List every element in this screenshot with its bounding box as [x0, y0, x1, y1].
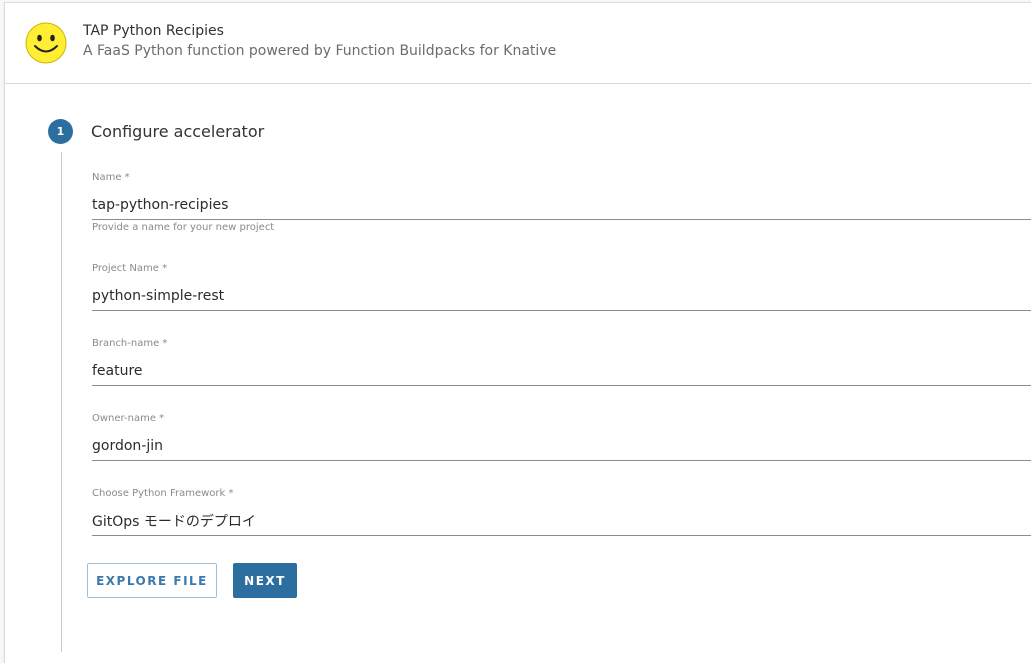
name-input[interactable] [92, 190, 1031, 220]
project-name-field: Project Name * [92, 262, 1031, 311]
project-name-input[interactable] [92, 281, 1031, 311]
accelerator-subtitle: A FaaS Python function powered by Functi… [83, 43, 557, 59]
owner-name-label: Owner-name * [92, 413, 165, 424]
name-field: Name * Provide a name for your new proje… [92, 171, 1031, 233]
owner-name-input[interactable] [92, 431, 1031, 461]
branch-name-field: Branch-name * [92, 337, 1031, 386]
step-number-badge: 1 [48, 119, 73, 144]
step-title: Configure accelerator [91, 122, 265, 141]
explore-file-button[interactable]: EXPLORE FILE [87, 563, 217, 598]
accelerator-title: TAP Python Recipies [83, 23, 224, 39]
name-label: Name * [92, 172, 130, 183]
python-framework-select[interactable] [92, 506, 1031, 536]
project-name-label: Project Name * [92, 263, 168, 274]
name-help-text: Provide a name for your new project [92, 222, 275, 233]
branch-name-label: Branch-name * [92, 338, 168, 349]
branch-name-input[interactable] [92, 356, 1031, 386]
step-timeline-line [61, 152, 62, 652]
accelerator-header: TAP Python Recipies A FaaS Python functi… [5, 3, 1031, 84]
python-framework-field: Choose Python Framework * [92, 487, 1031, 536]
python-framework-label: Choose Python Framework * [92, 488, 234, 499]
owner-name-field: Owner-name * [92, 412, 1031, 461]
next-button[interactable]: NEXT [233, 563, 297, 598]
smiley-face-icon [25, 22, 67, 64]
